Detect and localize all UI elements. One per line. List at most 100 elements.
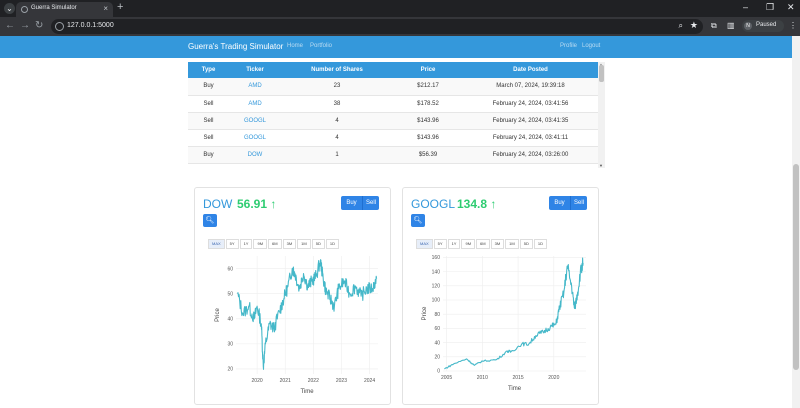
cell-price: $56.39 <box>393 146 463 164</box>
browser-tab-strip: ⌄ Guerra Simulator × + – ❐ ✕ <box>0 0 800 17</box>
table-row: Sell AMD 38 $178.52 February 24, 2024, 0… <box>188 95 598 113</box>
price-chart[interactable]: 0 20 40 60 80 100 120 140 160 2005 2010 2015 2020 Tim… <box>403 188 600 406</box>
table-scrollbar-thumb[interactable] <box>599 65 604 82</box>
avatar: N <box>744 22 752 30</box>
minimize-icon[interactable]: – <box>743 2 748 12</box>
col-date: Date Posted <box>463 62 598 78</box>
page-scrollbar[interactable] <box>792 36 800 408</box>
x-tick-label: 2020 <box>252 378 263 384</box>
trades-table-container: Type Ticker Number of Shares Price Date … <box>188 62 605 168</box>
cell-price: $143.96 <box>393 129 463 147</box>
cell-type: Sell <box>188 95 229 113</box>
cell-type: Sell <box>188 112 229 130</box>
reload-icon[interactable]: ↻ <box>35 20 43 32</box>
y-tick-label: 0 <box>437 369 440 375</box>
extensions-icon[interactable]: ⧉ <box>711 21 717 31</box>
x-axis-title: Time <box>300 389 314 395</box>
globe-icon <box>21 6 28 13</box>
profile-status: Paused <box>756 22 777 28</box>
tab-title: Guerra Simulator <box>31 5 77 11</box>
back-icon[interactable]: ← <box>5 20 15 32</box>
app-navbar: Guerra's Trading Simulator Home Portfoli… <box>0 36 792 58</box>
cell-ticker-link[interactable]: AMD <box>229 95 281 113</box>
table-row: Sell GOOGL 4 $143.96 February 24, 2024, … <box>188 112 598 130</box>
price-chart[interactable]: 20 30 40 50 60 2020 2021 2022 2023 2024 Time Price <box>195 188 392 406</box>
trades-table: Type Ticker Number of Shares Price Date … <box>188 62 598 164</box>
sidepanel-icon[interactable]: ▥ <box>727 21 735 30</box>
forward-icon[interactable]: → <box>20 20 30 32</box>
y-tick-label: 30 <box>227 342 233 348</box>
cell-ticker-link[interactable]: AMD <box>229 78 281 96</box>
col-shares: Number of Shares <box>281 62 393 78</box>
tab-search-button[interactable]: ⌄ <box>4 3 15 14</box>
y-tick-label: 20 <box>434 355 440 361</box>
close-icon[interactable]: × <box>103 4 108 13</box>
y-tick-label: 60 <box>227 266 233 272</box>
cell-type: Sell <box>188 129 229 147</box>
restore-icon[interactable]: ❐ <box>766 2 774 13</box>
y-axis-title: Price <box>422 306 428 320</box>
y-axis-title: Price <box>215 308 221 322</box>
cell-shares: 1 <box>281 146 393 164</box>
cell-type: Buy <box>188 146 229 164</box>
col-price: Price <box>393 62 463 78</box>
stock-card-googl: GOOGL 134.8 ↑ Buy Sell 🔍︎ MAX 5Y 1Y 9M 6… <box>402 187 599 405</box>
x-tick-label: 2015 <box>513 375 524 381</box>
cell-ticker-link[interactable]: GOOGL <box>229 112 281 130</box>
window-close-icon[interactable]: ✕ <box>787 2 795 13</box>
y-tick-label: 100 <box>432 298 441 304</box>
nav-portfolio[interactable]: Portfolio <box>310 43 332 49</box>
x-tick-label: 2023 <box>336 378 347 384</box>
table-row: Buy DOW 1 $56.39 February 24, 2024, 03:2… <box>188 146 598 164</box>
brand-link[interactable]: Guerra's Trading Simulator <box>188 42 283 51</box>
cell-price: $212.17 <box>393 78 463 96</box>
cell-date: February 24, 2024, 03:26:00 <box>463 146 598 164</box>
cell-price: $178.52 <box>393 95 463 113</box>
y-tick-label: 140 <box>432 269 441 275</box>
nav-logout[interactable]: Logout <box>582 43 600 49</box>
table-row: Sell GOOGL 4 $143.96 February 24, 2024, … <box>188 129 598 147</box>
x-axis-title: Time <box>508 386 522 392</box>
table-scrollbar[interactable]: ▲ ▼ <box>598 62 605 168</box>
col-ticker: Ticker <box>229 62 281 78</box>
x-tick-label: 2020 <box>548 375 559 381</box>
cell-ticker-link[interactable]: GOOGL <box>229 129 281 147</box>
table-row: Buy AMD 23 $212.17 March 07, 2024, 19:39… <box>188 78 598 96</box>
scrollbar-thumb[interactable] <box>793 164 799 370</box>
price-line <box>236 259 378 370</box>
y-tick-label: 60 <box>434 326 440 332</box>
cell-shares: 38 <box>281 95 393 113</box>
x-tick-label: 2010 <box>477 375 488 381</box>
cell-price: $143.96 <box>393 112 463 130</box>
cell-shares: 4 <box>281 129 393 147</box>
stock-card-dow: DOW 56.91 ↑ Buy Sell 🔍︎ MAX 5Y 1Y 9M 6M … <box>194 187 391 405</box>
y-tick-label: 50 <box>227 291 233 297</box>
y-tick-label: 120 <box>432 284 441 290</box>
y-tick-label: 80 <box>434 312 440 318</box>
browser-tab[interactable]: Guerra Simulator × <box>16 2 113 17</box>
y-tick-label: 40 <box>434 340 440 346</box>
col-type: Type <box>188 62 229 78</box>
profile-button[interactable]: N Paused <box>742 20 784 32</box>
new-tab-button[interactable]: + <box>117 1 123 13</box>
cell-date: February 24, 2024, 03:41:11 <box>463 129 598 147</box>
cell-ticker-link[interactable]: DOW <box>229 146 281 164</box>
url-text: 127.0.0.1:5000 <box>67 22 114 29</box>
bookmark-star-icon[interactable]: ★ <box>690 20 698 31</box>
x-tick-label: 2021 <box>280 378 291 384</box>
cell-shares: 23 <box>281 78 393 96</box>
menu-dots-icon[interactable]: ⋮ <box>789 21 797 30</box>
scroll-down-icon[interactable]: ▼ <box>599 163 603 168</box>
y-tick-label: 160 <box>432 255 441 261</box>
cell-date: February 24, 2024, 03:41:56 <box>463 95 598 113</box>
table-header-row: Type Ticker Number of Shares Price Date … <box>188 62 598 78</box>
cell-type: Buy <box>188 78 229 96</box>
nav-home[interactable]: Home <box>287 43 303 49</box>
cell-date: February 24, 2024, 03:41:35 <box>463 112 598 130</box>
x-tick-label: 2005 <box>441 375 452 381</box>
zoom-icon[interactable]: ⌕ <box>679 21 683 31</box>
nav-profile[interactable]: Profile <box>560 43 577 49</box>
address-bar[interactable]: 127.0.0.1:5000 ⌕ ★ <box>51 19 703 34</box>
x-tick-label: 2022 <box>308 378 319 384</box>
site-info-icon[interactable] <box>55 22 64 31</box>
